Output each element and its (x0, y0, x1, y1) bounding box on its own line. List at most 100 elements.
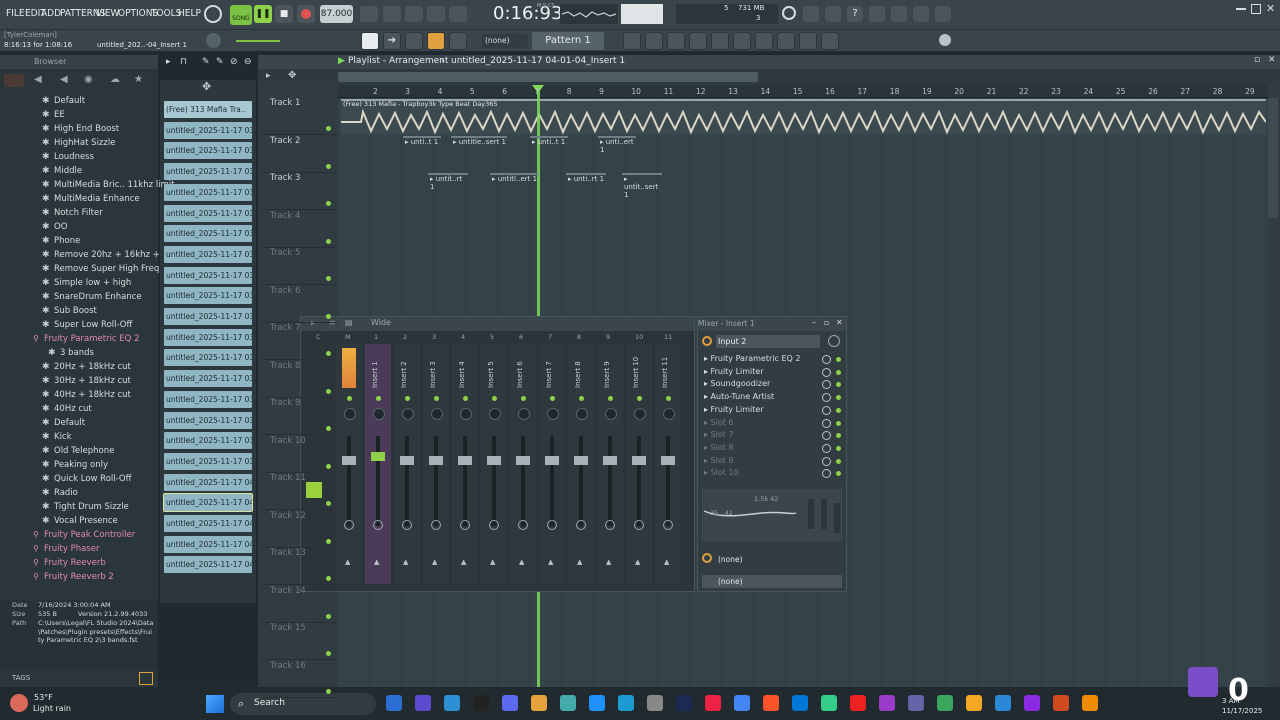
slot-enable-led[interactable] (836, 369, 841, 375)
draw-icon[interactable] (405, 32, 423, 50)
route-arrow-icon[interactable]: ▲ (490, 558, 495, 566)
taskbar-app-icon[interactable] (386, 695, 402, 711)
route-arrow-icon[interactable]: ▲ (374, 558, 379, 566)
slot-mix-knob[interactable] (822, 405, 831, 415)
pattern-item-21[interactable]: untitled_2025-11-17 04-.. (164, 535, 252, 553)
track-mute-led[interactable] (326, 201, 331, 206)
fader-handle[interactable] (516, 456, 530, 465)
track-label-4[interactable]: Track 4 (270, 211, 300, 221)
route-knob[interactable] (460, 520, 470, 530)
slot-enable-led[interactable] (836, 445, 841, 451)
browser-preset-1[interactable]: EE (54, 110, 65, 120)
pan-knob[interactable] (605, 408, 617, 420)
clip-track3-1[interactable]: ▸ untitl..ert 1 (490, 173, 538, 192)
pattern-item-12[interactable]: untitled_2025-11-17 03-.. (164, 349, 252, 367)
clip-track2-0[interactable]: ▸ unti..t 1 (403, 136, 441, 155)
mixer-layout-icon[interactable]: ▤ (345, 318, 353, 327)
master-volume-knob[interactable] (206, 33, 221, 48)
taskbar-app-icon[interactable] (821, 695, 837, 711)
pattern-item-20[interactable]: untitled_2025-11-17 04-.. (164, 515, 252, 532)
taskbar-app-icon[interactable] (1024, 695, 1040, 711)
browser-files-icon[interactable]: ◉ (84, 74, 93, 85)
pan-knob[interactable] (518, 408, 530, 420)
audio-clip[interactable]: (Free) 313 Mafia - Trapboy3k Type Beat D… (341, 99, 1266, 135)
fader-handle[interactable] (545, 456, 559, 465)
pattern-item-10[interactable]: untitled_2025-11-17 03-.. (164, 308, 252, 325)
track-mute-led[interactable] (326, 388, 331, 394)
strip-led[interactable] (434, 396, 439, 401)
track-label-11[interactable]: Track 11 (270, 473, 306, 483)
pl-menu-icon[interactable]: ▸ (266, 71, 271, 81)
link-icon[interactable] (427, 32, 445, 50)
browser-preset-29[interactable]: Tight Drum Sizzle (54, 502, 129, 512)
pattern-item-1[interactable]: untitled_2025-11-17 03-.. (164, 121, 252, 139)
route-arrow-icon[interactable]: ▲ (461, 558, 466, 566)
tuner-icon[interactable] (755, 32, 773, 50)
menu-tools[interactable]: TOOLS (151, 8, 181, 19)
slot-enable-led[interactable] (836, 407, 841, 413)
browser-preset-26[interactable]: Peaking only (54, 460, 108, 470)
route-arrow-icon[interactable]: ▲ (519, 558, 524, 566)
pattern-item-6[interactable]: untitled_2025-11-17 03-.. (164, 225, 252, 243)
channel-rack-icon[interactable] (623, 32, 641, 50)
route-arrow-icon[interactable]: ▲ (345, 558, 350, 566)
eq-display[interactable]: 1.5k 42 35 ..42 (702, 489, 842, 541)
eq-fader-3[interactable] (834, 503, 840, 533)
route-knob[interactable] (576, 520, 586, 530)
track-label-12[interactable]: Track 12 (270, 511, 306, 521)
pattern-item-16[interactable]: untitled_2025-11-17 03-.. (164, 432, 252, 450)
fader-handle[interactable] (487, 456, 501, 465)
input-settings-icon[interactable] (828, 335, 840, 347)
browser-star-icon[interactable]: ★ (134, 74, 143, 85)
track-label-3[interactable]: Track 3 (270, 173, 300, 183)
browser-plugin-34[interactable]: Fruity Reeverb 2 (44, 572, 114, 582)
pan-knob[interactable] (402, 408, 414, 420)
stop-button[interactable]: ■ (275, 5, 293, 23)
route-arrow-icon[interactable]: ▲ (403, 558, 408, 566)
close-icon[interactable]: ✕ (1266, 2, 1275, 15)
browser-preset-13[interactable]: Simple low + high (54, 278, 131, 288)
pattern-item-18[interactable]: untitled_2025-11-17 04-.. (164, 473, 252, 491)
fx-slot-4[interactable]: ▸ Auto-Tune Artist (704, 392, 840, 404)
route-knob[interactable] (547, 520, 557, 530)
maximize-icon[interactable] (1251, 4, 1261, 14)
play-icon[interactable]: ▶ (338, 56, 345, 66)
mixer-icon[interactable] (667, 32, 685, 50)
browser-preset-24[interactable]: Kick (54, 432, 72, 442)
strip-led[interactable] (521, 396, 526, 401)
wait-input-icon[interactable] (383, 6, 401, 22)
browser-preset-6[interactable]: MultiMedia Bric.. 11khz limit (54, 180, 174, 190)
fx-slot-9[interactable]: ▸ Slot 9 (704, 456, 840, 468)
track-label-6[interactable]: Track 6 (270, 286, 300, 296)
browser-preset-4[interactable]: Loudness (54, 152, 94, 162)
track-mute-led[interactable] (326, 613, 331, 619)
browser-preset-3[interactable]: HighHat Sizzle (54, 138, 115, 148)
fx-slot-1[interactable]: ▸ Fruity Parametric EQ 2 (704, 354, 840, 366)
track-label-1[interactable]: Track 1 (270, 98, 300, 108)
route-knob[interactable] (431, 520, 441, 530)
taskbar-app-icon[interactable] (879, 695, 895, 711)
picker-move-icon[interactable]: ✥ (202, 80, 211, 93)
track-mute-led[interactable] (326, 238, 331, 244)
mixer-eq-icon[interactable]: ≡ (329, 318, 336, 327)
browser-preset-15[interactable]: Sub Boost (54, 306, 97, 316)
browser-preset-12[interactable]: Remove Super High Freq (54, 264, 159, 274)
track-mute-led[interactable] (326, 276, 331, 281)
song-mode-toggle[interactable]: SONG (230, 5, 252, 25)
playlist-window-icon[interactable] (361, 32, 379, 50)
input-select[interactable]: Input 2 (716, 335, 820, 348)
track-label-13[interactable]: Track 13 (270, 548, 306, 558)
taskbar-app-icon[interactable] (734, 695, 750, 711)
pattern-item-9[interactable]: untitled_2025-11-17 03-.. (164, 287, 252, 305)
route-arrow-icon[interactable]: ▲ (548, 558, 553, 566)
fx-slot-3[interactable]: ▸ Soundgoodizer (704, 379, 840, 391)
pan-knob[interactable] (634, 408, 646, 420)
download-icon[interactable] (935, 6, 951, 22)
slot-enable-led[interactable] (836, 357, 841, 362)
fx-slot-8[interactable]: ▸ Slot 8 (704, 443, 840, 455)
browser-preset-25[interactable]: Old Telephone (54, 446, 114, 456)
browser-preset-16[interactable]: Super Low Roll-Off (54, 320, 132, 330)
record-audio-icon[interactable] (799, 32, 817, 50)
playlist-close-icon[interactable]: ✕ (1268, 55, 1276, 65)
browser-plugin-17[interactable]: Fruity Parametric EQ 2 (44, 334, 139, 344)
